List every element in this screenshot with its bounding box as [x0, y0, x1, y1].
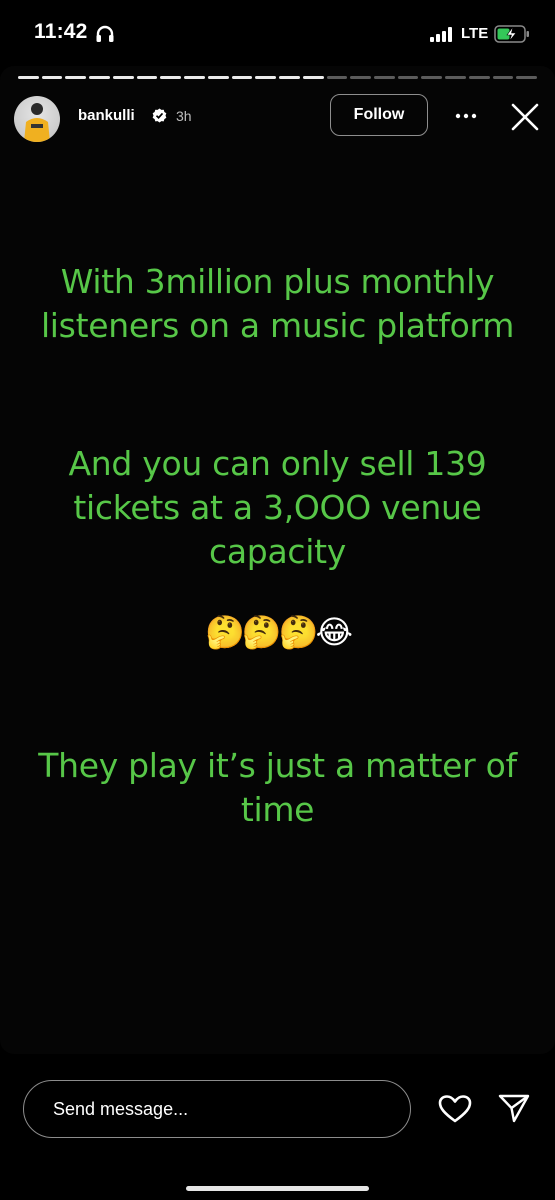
close-icon[interactable]	[510, 102, 540, 132]
story-progress-segment	[374, 76, 395, 79]
story-progress-segment	[160, 76, 182, 79]
story-progress-segment	[89, 76, 110, 79]
more-options-icon[interactable]	[454, 106, 478, 126]
story-text-paragraph-2: And you can only sell 139 tickets at a 3…	[68, 444, 487, 571]
story-text-paragraph-3: They play it’s just a matter of time	[38, 746, 517, 829]
story-progress-segment	[492, 76, 514, 79]
send-message-input[interactable]: Send message...	[23, 1080, 411, 1138]
story-progress-segment	[302, 76, 324, 79]
story-progress-segment	[445, 76, 466, 79]
story-progress-segment	[397, 76, 419, 79]
avatar-person-icon	[24, 103, 50, 142]
network-type: LTE	[461, 25, 489, 42]
follow-button[interactable]: Follow	[330, 94, 428, 136]
status-time: 11:42	[34, 20, 88, 43]
post-time: 3h	[176, 108, 192, 124]
avatar[interactable]	[14, 96, 60, 142]
story-text-paragraph-1: With 3million plus monthly listeners on …	[40, 262, 515, 345]
story-progress-segment	[255, 76, 277, 79]
story-progress-segment	[350, 76, 372, 79]
heart-icon[interactable]	[438, 1094, 472, 1124]
signal-icon	[430, 27, 452, 42]
story-progress-segment	[207, 76, 229, 79]
home-indicator	[186, 1186, 369, 1191]
story-progress-segment	[279, 76, 300, 79]
username[interactable]: bankulli	[78, 107, 135, 124]
status-bar: 11:42 LTE	[0, 0, 555, 66]
story-progress-segment	[112, 76, 134, 79]
send-message-placeholder: Send message...	[53, 1099, 189, 1119]
battery-charging-icon	[494, 25, 529, 43]
story-progress-segment	[184, 76, 205, 79]
verified-badge-icon	[152, 108, 167, 123]
story-progress-segment	[326, 76, 348, 79]
story-emojis: 🤔🤔🤔😂	[205, 614, 353, 650]
story-progress-segment	[136, 76, 158, 79]
story-progress-segment	[421, 76, 443, 79]
story-progress-segment	[516, 76, 538, 79]
story-progress-segment	[231, 76, 253, 79]
story-progress-segment	[65, 76, 87, 79]
story-progress-segment	[41, 76, 63, 79]
story-progress-segment	[468, 76, 490, 79]
headphones-icon	[96, 25, 114, 42]
story-progress-bar	[18, 76, 538, 79]
story-container[interactable]: bankulli 3h Follow With 3million plus mo…	[0, 66, 555, 1054]
send-icon[interactable]	[498, 1092, 530, 1124]
story-progress-segment	[18, 76, 39, 79]
